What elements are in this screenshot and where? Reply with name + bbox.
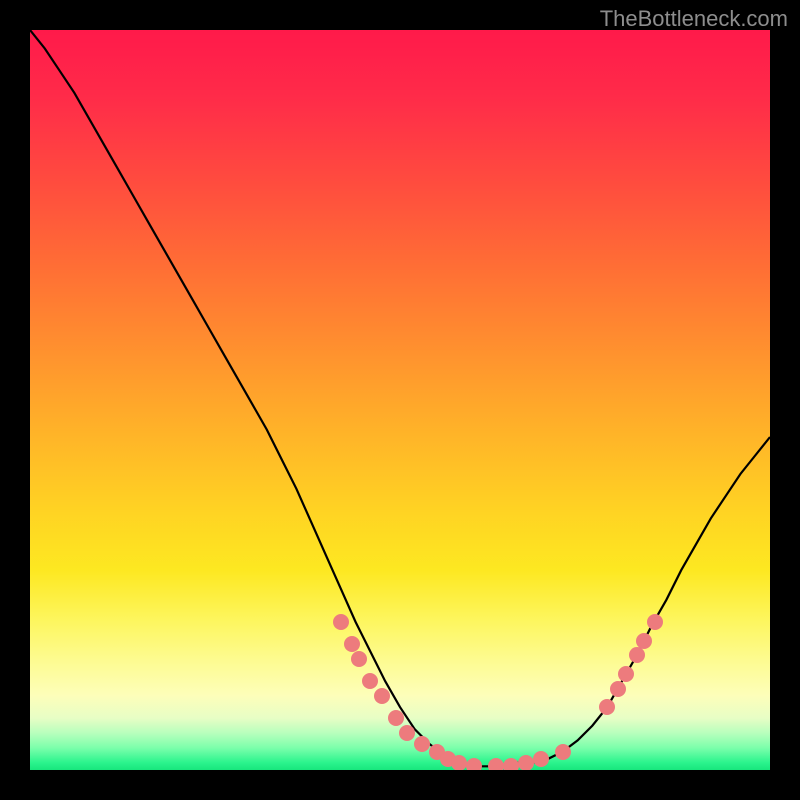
data-marker <box>362 673 378 689</box>
data-marker <box>333 614 349 630</box>
bottleneck-curve <box>30 30 770 770</box>
data-marker <box>533 751 549 767</box>
data-marker <box>647 614 663 630</box>
attribution-text: TheBottleneck.com <box>600 6 788 32</box>
data-marker <box>555 744 571 760</box>
data-marker <box>414 736 430 752</box>
data-marker <box>599 699 615 715</box>
chart-area <box>30 30 770 770</box>
data-marker <box>351 651 367 667</box>
data-marker <box>636 633 652 649</box>
data-marker <box>399 725 415 741</box>
data-marker <box>618 666 634 682</box>
data-marker <box>388 710 404 726</box>
data-marker <box>488 758 504 770</box>
data-marker <box>466 758 482 770</box>
data-marker <box>344 636 360 652</box>
data-marker <box>451 755 467 770</box>
data-marker <box>374 688 390 704</box>
data-marker <box>518 755 534 770</box>
data-marker <box>610 681 626 697</box>
data-marker <box>503 758 519 770</box>
data-marker <box>629 647 645 663</box>
